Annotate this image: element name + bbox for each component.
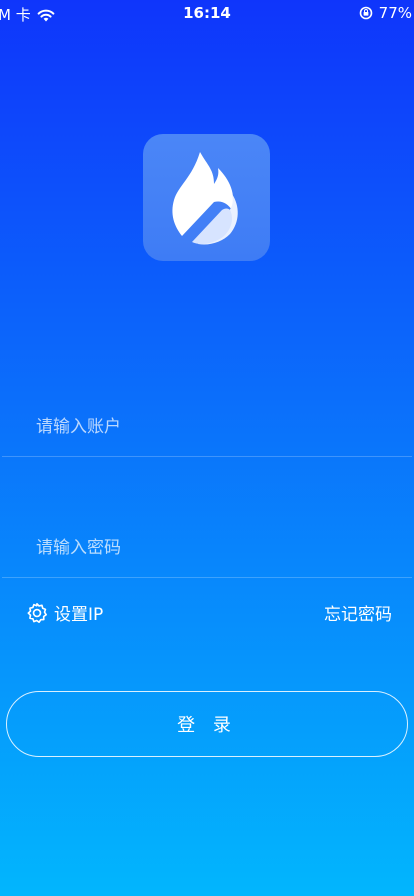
gear-icon: [27, 602, 47, 623]
set-ip-button[interactable]: 设置IP: [26, 600, 103, 625]
account-input[interactable]: [36, 397, 396, 457]
battery-percent: 77%: [378, 4, 412, 22]
account-field-row: [2, 397, 412, 457]
password-field-row: [2, 518, 412, 578]
set-ip-label: 设置IP: [54, 605, 104, 625]
rotation-lock-icon: [359, 6, 372, 20]
password-input[interactable]: [36, 518, 396, 578]
status-time: 16:14: [183, 4, 231, 22]
login-button[interactable]: 登 录: [6, 691, 408, 757]
status-bar: M 卡 16:14 77%: [0, 0, 414, 26]
auxiliary-links: 设置IP 忘记密码: [26, 600, 392, 626]
flame-logo-icon: [171, 151, 238, 245]
status-right: 77%: [359, 4, 412, 22]
app-logo: [143, 134, 270, 261]
forgot-password-link[interactable]: 忘记密码: [324, 600, 392, 625]
